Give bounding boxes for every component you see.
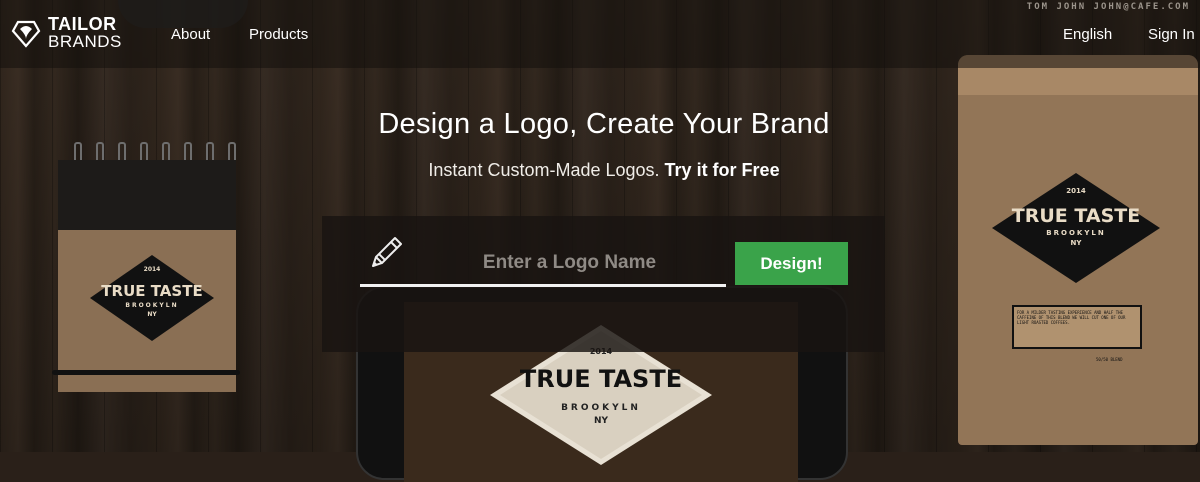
notebook-logo-ny: NY (147, 311, 157, 318)
nav-sign-in[interactable]: Sign In (1148, 26, 1195, 43)
bag-logo-year: 2014 (1066, 187, 1086, 195)
background-card-text: TOM JOHN JOHN@CAFE.COM (1026, 2, 1190, 12)
pencil-icon (372, 237, 402, 267)
top-header: TAILOR BRANDS About Products English Sig… (0, 0, 1200, 68)
nav-products-link[interactable]: Products (249, 26, 308, 43)
design-button[interactable]: Design! (735, 242, 848, 285)
nav-about-link[interactable]: About (171, 26, 210, 43)
heart-shield-icon (11, 20, 41, 48)
logo-input-underline (360, 284, 726, 287)
tablet-logo-sub: BROOKYLN (561, 403, 641, 413)
notebook-logo-year: 2014 (143, 266, 161, 273)
brand-line1: TAILOR (48, 14, 117, 34)
bag-logo-ny: NY (1070, 239, 1082, 247)
hero-subtitle: Instant Custom-Made Logos. Try it for Fr… (0, 160, 1200, 181)
language-selector[interactable]: English (1063, 26, 1112, 43)
notebook-logo-sub: BROOKYLN (125, 302, 179, 309)
brand-logo[interactable]: TAILOR BRANDS (10, 14, 122, 51)
notebook-logo-text: TRUE TASTE (101, 282, 203, 300)
brand-name: TAILOR BRANDS (48, 14, 122, 51)
tablet-logo-ny: NY (593, 416, 609, 426)
nav-products[interactable]: Products (249, 26, 308, 43)
brand-line2: BRANDS (48, 32, 122, 51)
tablet-logo-text: TRUE TASTE (519, 365, 683, 393)
logo-name-input[interactable] (410, 244, 729, 282)
bag-logo-sub: BROOKYLN (1046, 229, 1106, 237)
bag-blend-text: 50/50 BLEND (1096, 357, 1123, 362)
hero-title: Design a Logo, Create Your Brand (378, 108, 830, 140)
hero-subtitle-bold: Try it for Free (664, 160, 780, 180)
nav-about[interactable]: About (171, 26, 210, 43)
hero-subtitle-plain: Instant Custom-Made Logos. (428, 160, 660, 180)
bag-info-label: FOR A MILDER TASTING EXPERIENCE AND HALF… (1012, 305, 1142, 349)
bag-info-text: FOR A MILDER TASTING EXPERIENCE AND HALF… (1017, 310, 1126, 325)
notebook-elastic (52, 370, 240, 375)
nav-language[interactable]: English (1063, 26, 1112, 43)
sign-in-link[interactable]: Sign In (1148, 26, 1195, 43)
bag-logo-text: TRUE TASTE (1011, 205, 1141, 227)
